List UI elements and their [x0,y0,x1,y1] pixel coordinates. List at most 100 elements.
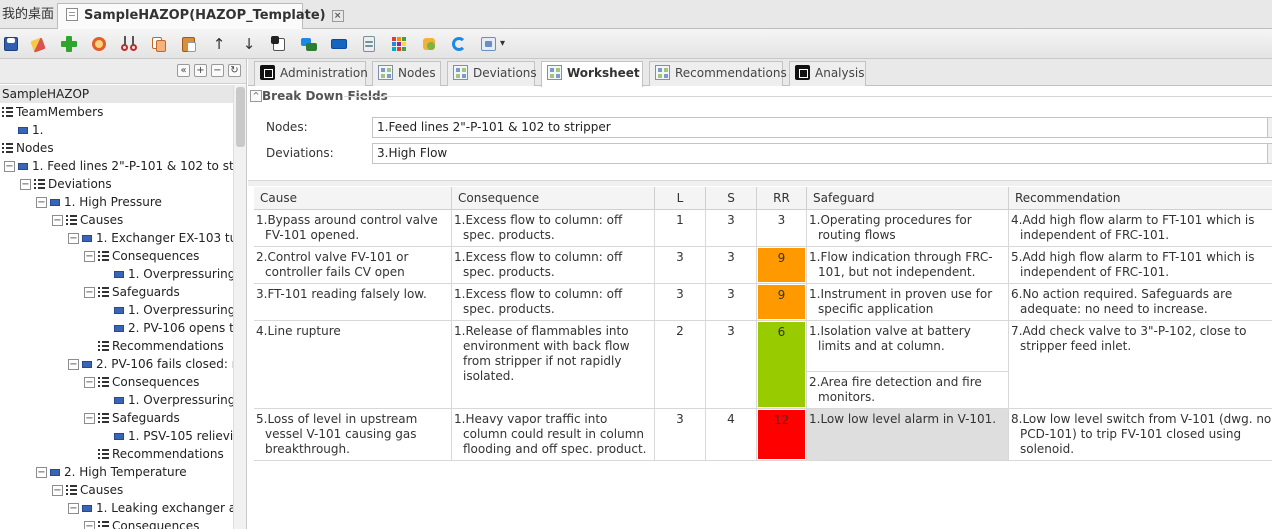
collapse-toggle-icon[interactable]: − [68,233,79,244]
help-dropdown-icon[interactable]: ▾ [500,35,510,53]
keyboard-icon[interactable] [330,35,348,53]
collapse-toggle-icon[interactable]: − [52,485,63,496]
cell-s[interactable]: 4 [706,409,757,461]
tree-item-consequences[interactable]: − Consequences [0,247,233,265]
tree-item-safeguard-2[interactable]: 2. PV-106 opens to [0,319,233,337]
add-icon[interactable] [60,35,78,53]
tree-scrollbar-thumb[interactable] [236,87,245,147]
move-up-icon[interactable]: ↑ [210,35,228,53]
collapse-toggle-icon[interactable]: − [36,467,47,478]
tree-item-cause-leaking[interactable]: − 1. Leaking exchanger all [0,499,233,517]
delete-icon[interactable] [90,35,108,53]
close-icon[interactable]: × [331,9,344,22]
cell-consequence[interactable]: 1.Excess flow to column: off spec. produ… [452,247,655,284]
panel-splitter[interactable] [248,180,1272,186]
cell-recommendation[interactable]: 4.Add high flow alarm to FT-101 which is… [1009,210,1272,247]
cell-cause[interactable]: 5.Loss of level in upstream vessel V-101… [254,409,452,461]
report-icon[interactable] [360,35,378,53]
tab-nodes[interactable]: Nodes [372,61,441,86]
tree-item-causes[interactable]: − Causes [0,211,233,229]
tree-item-safeguards[interactable]: − Safeguards [0,409,233,427]
cell-recommendation[interactable]: 7.Add check valve to 3"-P-102, close to … [1009,321,1272,409]
tree-item-teammembers[interactable]: TeamMembers [0,103,233,121]
tree-item-recommendations[interactable]: Recommendations [0,337,233,355]
tree-item-safeguard-1[interactable]: 1. Overpressuring [0,301,233,319]
tab-recommendations[interactable]: Recommendations [649,61,787,86]
collapse-toggle-icon[interactable]: − [68,359,79,370]
cell-cause[interactable]: 3.FT-101 reading falsely low. [254,284,452,321]
import-icon[interactable] [270,35,288,53]
paste-icon[interactable] [180,35,198,53]
nodes-field[interactable]: 1.Feed lines 2"-P-101 & 102 to stripper [372,117,1268,138]
refresh-icon[interactable] [450,35,468,53]
header-rr[interactable]: RR [757,187,807,210]
deviations-field[interactable]: 3.High Flow [372,143,1268,164]
help-icon[interactable] [480,35,498,53]
collapse-toggle-icon[interactable]: − [84,377,95,388]
tree-item-root[interactable]: SampleHAZOP [0,85,233,103]
tree-item-deviations[interactable]: − Deviations [0,175,233,193]
cell-consequence[interactable]: 1.Excess flow to column: off spec. produ… [452,284,655,321]
cell-safeguard[interactable]: 1.Flow indication through FRC-101, but n… [807,247,1009,284]
collapse-toggle-icon[interactable]: − [4,161,15,172]
tab-deviations[interactable]: Deviations [447,61,537,86]
cell-rr[interactable]: 12 [757,409,807,461]
settings-icon[interactable] [420,35,438,53]
tree-item-consequence-1[interactable]: 1. Overpressuring [0,391,233,409]
tree-item-cause-pv106[interactable]: − 2. PV-106 fails closed: n [0,355,233,373]
cell-s[interactable]: 3 [706,210,757,247]
move-down-icon[interactable]: ↓ [240,35,258,53]
expand-all-button[interactable]: + [194,64,207,77]
tree-scrollbar[interactable] [233,85,246,529]
collapse-toggle-icon[interactable]: − [52,215,63,226]
cell-s[interactable]: 3 [706,247,757,284]
tree-item-cause-exchanger[interactable]: − 1. Exchanger EX-103 tube [0,229,233,247]
refresh-tree-button[interactable]: ↻ [228,64,241,77]
tree-item-safeguard-1[interactable]: 1. PSV-105 relieving [0,427,233,445]
header-consequence[interactable]: Consequence [452,187,655,210]
cell-safeguard[interactable]: 1.Operating procedures for routing flows [807,210,1009,247]
collapse-toggle-icon[interactable]: − [84,413,95,424]
cell-rr[interactable]: 9 [757,284,807,321]
collapse-all-button[interactable]: − [211,64,224,77]
collapse-toggle-icon[interactable]: − [68,503,79,514]
tab-analysis[interactable]: Analysis [789,61,866,86]
tree-item-node-1[interactable]: − 1. Feed lines 2"-P-101 & 102 to strippe… [0,157,233,175]
cell-s[interactable]: 3 [706,321,757,409]
cell-safeguard[interactable]: 1.Low low level alarm in V-101. [807,409,1009,461]
cell-consequence[interactable]: 1.Heavy vapor traffic into column could … [452,409,655,461]
cell-l[interactable]: 3 [655,284,706,321]
save-icon[interactable] [2,35,20,53]
collapse-panel-button[interactable]: « [177,64,190,77]
cell-safeguard[interactable]: 1.Instrument in proven use for specific … [807,284,1009,321]
header-safeguard[interactable]: Safeguard [807,187,1009,210]
collapse-section-icon[interactable]: ^ [250,90,262,102]
cell-rr[interactable]: 3 [757,210,807,247]
header-s[interactable]: S [706,187,757,210]
tab-hazop-document[interactable]: SampleHAZOP(HAZOP_Template) × [57,3,344,29]
tree-item-causes[interactable]: − Causes [0,481,233,499]
tree-item-teammember-1[interactable]: 1. [0,121,233,139]
tab-administration[interactable]: Administration [254,61,368,86]
copy-icon[interactable] [150,35,168,53]
header-cause[interactable]: Cause [254,187,452,210]
collapse-toggle-icon[interactable]: − [84,287,95,298]
tree-item-recommendations[interactable]: Recommendations [0,445,233,463]
deviations-dropdown-trigger[interactable] [1268,143,1272,164]
tree-item-nodes[interactable]: Nodes [0,139,233,157]
tree-item-safeguards[interactable]: − Safeguards [0,283,233,301]
cell-l[interactable]: 2 [655,321,706,409]
collapse-toggle-icon[interactable]: − [20,179,31,190]
cell-l[interactable]: 3 [655,409,706,461]
cell-rr[interactable]: 6 [757,321,807,409]
collapse-toggle-icon[interactable]: − [84,521,95,529]
grid-icon[interactable] [390,35,408,53]
tab-worksheet[interactable]: Worksheet [541,61,643,87]
tree-item-consequence-1[interactable]: 1. Overpressuring [0,265,233,283]
tab-desktop[interactable]: 我的桌面 [0,3,60,29]
edit-icon[interactable] [30,35,48,53]
cell-s[interactable]: 3 [706,284,757,321]
cell-recommendation[interactable]: 8.Low low level switch from V-101 (dwg. … [1009,409,1272,461]
tree-item-consequences[interactable]: − Consequences [0,517,233,529]
header-recommendation[interactable]: Recommendation [1009,187,1272,210]
